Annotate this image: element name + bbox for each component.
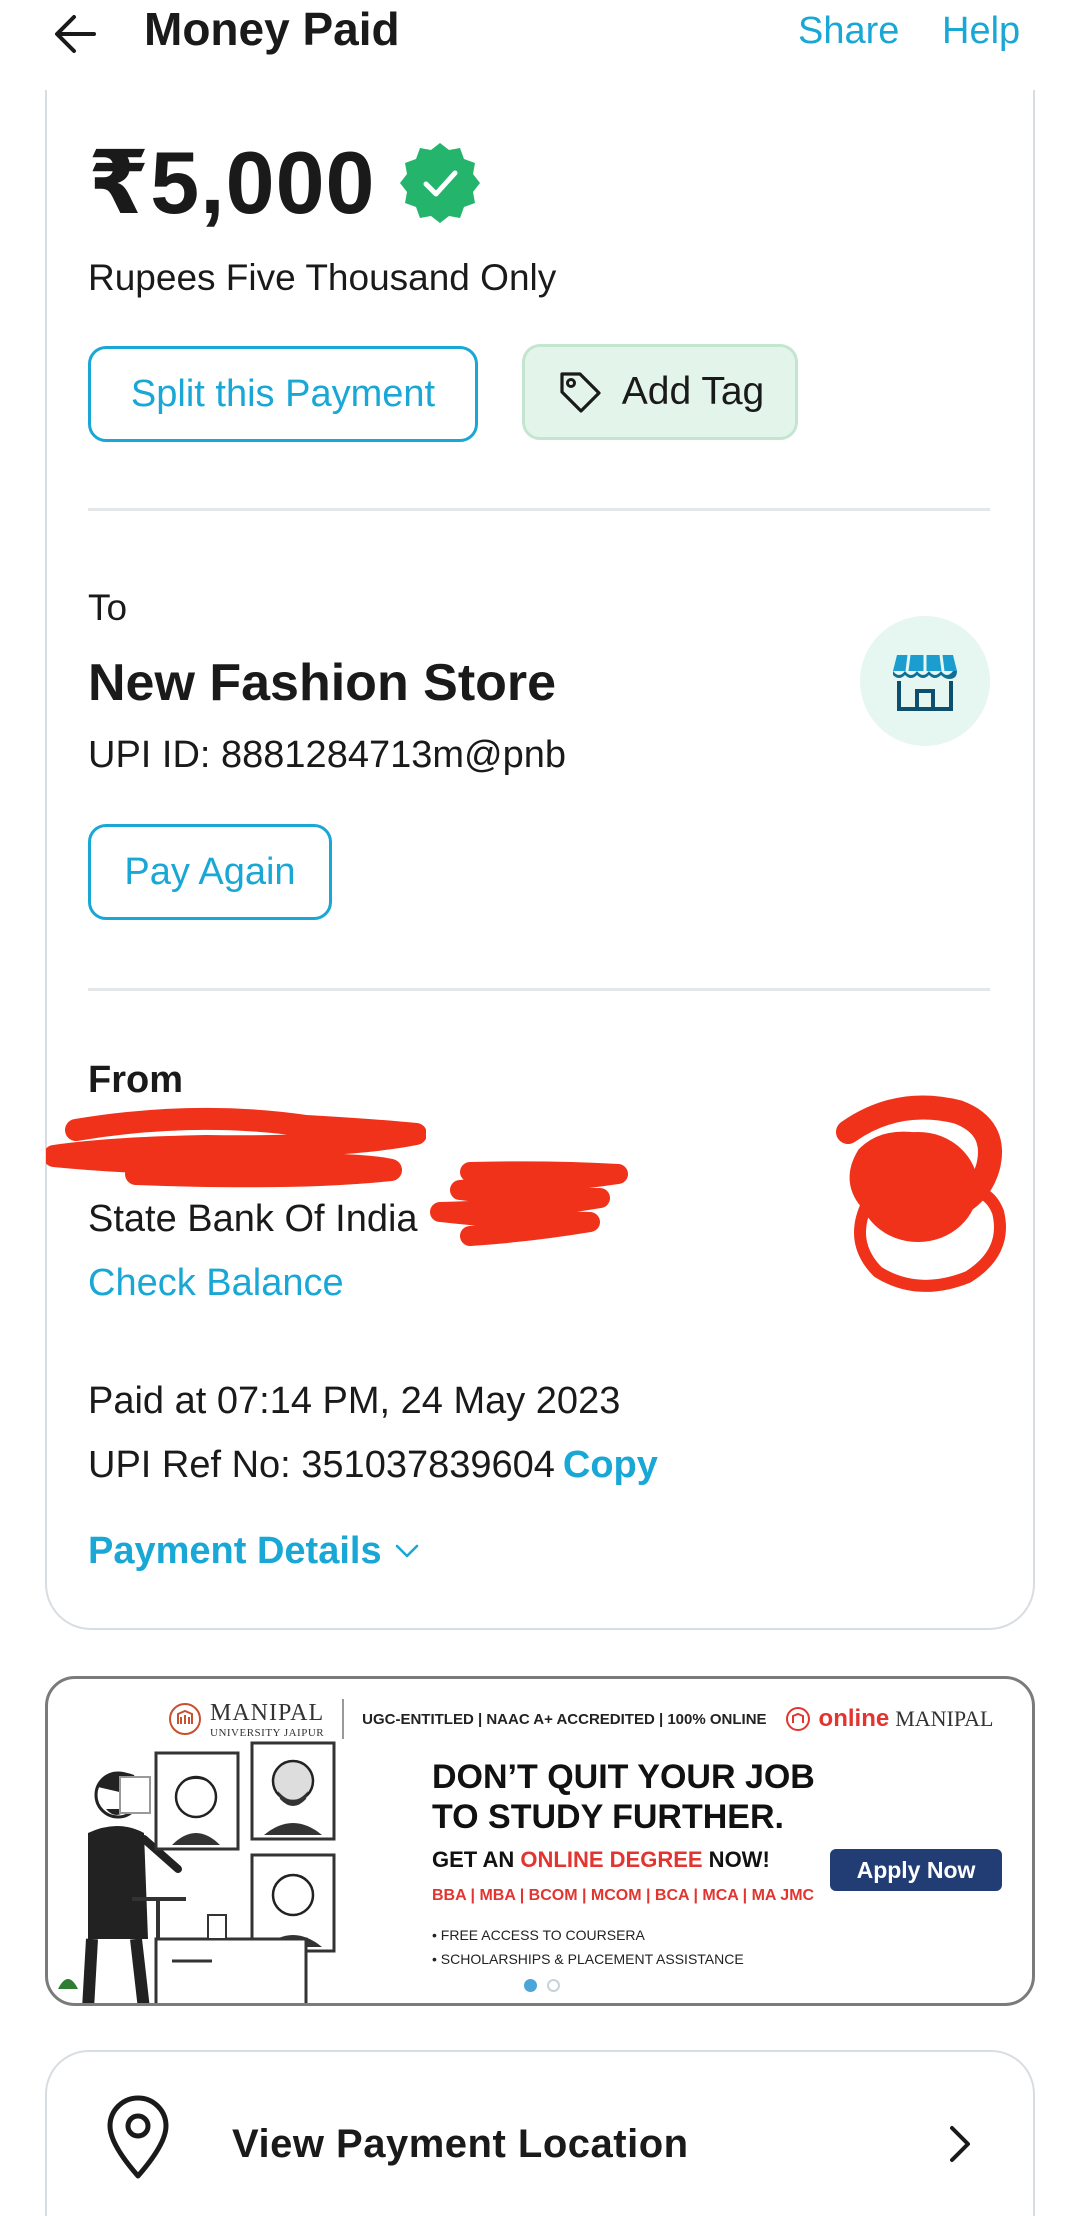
apply-now-button[interactable]: Apply Now (830, 1849, 1002, 1891)
amount-value: ₹5,000 (88, 133, 376, 232)
split-payment-button[interactable]: Split this Payment (88, 346, 478, 442)
upi-ref-row: UPI Ref No: 351037839604 Copy (88, 1440, 658, 1490)
store-icon (893, 654, 957, 711)
help-button[interactable]: Help (942, 6, 1020, 56)
online-word: online (818, 1705, 890, 1732)
payee-name: New Fashion Store (88, 654, 557, 712)
payment-details-label: Payment Details (88, 1530, 382, 1572)
manipal-logo-sub: UNIVERSITY JAIPUR (210, 1726, 325, 1739)
paid-timestamp: Paid at 07:14 PM, 24 May 2023 (88, 1380, 621, 1422)
banner-bullet: • SCHOLARSHIPS & PLACEMENT ASSISTANCE (432, 1951, 744, 1967)
app-header: Money Paid Share Help (0, 0, 1080, 90)
university-crest-icon (169, 1703, 201, 1735)
add-tag-button[interactable]: Add Tag (522, 344, 798, 440)
banner-headline-line2: TO STUDY FURTHER. (432, 1798, 784, 1836)
verified-badge-icon (400, 143, 481, 223)
banner-separator (342, 1699, 345, 1739)
divider (88, 508, 990, 511)
back-arrow-icon[interactable] (50, 8, 102, 60)
sub-highlight: ONLINE DEGREE (520, 1847, 703, 1872)
share-button[interactable]: Share (798, 6, 899, 56)
accreditation-text: UGC-ENTITLED | NAAC A+ ACCREDITED | 100%… (362, 1710, 767, 1728)
from-label: From (88, 1059, 183, 1101)
carousel-indicator (524, 1979, 570, 1992)
payer-bank-name: State Bank Of India (88, 1198, 418, 1240)
page-title: Money Paid (144, 3, 400, 55)
sub-suffix: NOW! (702, 1847, 770, 1872)
carousel-dot-active[interactable] (524, 1979, 537, 1992)
redaction-name (46, 1107, 426, 1188)
sub-prefix: GET AN (432, 1847, 521, 1872)
payee-upi-id: UPI ID: 8881284713m@pnb (88, 734, 566, 776)
chevron-right-icon[interactable] (940, 2118, 980, 2170)
view-location-label[interactable]: View Payment Location (232, 2118, 689, 2170)
banner-headline: DON’T QUIT YOUR JOB TO STUDY FURTHER. (432, 1757, 815, 1837)
online-manipal-crest-icon (785, 1707, 810, 1731)
upi-ref-number: UPI Ref No: 351037839604 (88, 1444, 555, 1486)
payee-avatar (860, 616, 990, 746)
manipal-logo-text: MANIPAL (210, 1699, 325, 1726)
amount-in-words: Rupees Five Thousand Only (88, 257, 557, 298)
redaction-avatar (836, 1095, 1006, 1292)
redaction-account (430, 1161, 628, 1246)
manipal-logo: MANIPAL UNIVERSITY JAIPUR (210, 1700, 324, 1739)
online-manipal-logo: online MANIPAL (819, 1705, 994, 1733)
banner-bullet: • FREE ACCESS TO COURSERA (432, 1927, 645, 1943)
tag-icon (560, 372, 601, 413)
check-balance-link[interactable]: Check Balance (88, 1258, 344, 1308)
banner-headline-line1: DON’T QUIT YOUR JOB (432, 1758, 815, 1796)
location-pin-icon (107, 2095, 169, 2179)
divider (88, 988, 990, 991)
banner-illustration (58, 1741, 336, 2003)
copy-ref-button[interactable]: Copy (563, 1444, 658, 1486)
amount-row: ₹5,000 (88, 128, 483, 238)
banner-subheading: GET AN ONLINE DEGREE NOW! (432, 1847, 770, 1873)
chevron-down-icon (395, 1544, 418, 1558)
carousel-dot[interactable] (547, 1979, 560, 1992)
promo-banner[interactable]: MANIPAL UNIVERSITY JAIPUR UGC-ENTITLED |… (45, 1676, 1035, 2006)
to-label: To (88, 587, 128, 628)
banner-header: MANIPAL UNIVERSITY JAIPUR UGC-ENTITLED |… (168, 1699, 993, 1739)
pay-again-button[interactable]: Pay Again (88, 824, 332, 920)
payer-bank: State Bank Of India (88, 1194, 418, 1244)
online-brand: MANIPAL (895, 1706, 994, 1731)
banner-programs: BBA | MBA | BCOM | MCOM | BCA | MCA | MA… (432, 1887, 815, 1904)
add-tag-label: Add Tag (621, 370, 765, 413)
payment-details-toggle[interactable]: Payment Details (88, 1526, 422, 1576)
